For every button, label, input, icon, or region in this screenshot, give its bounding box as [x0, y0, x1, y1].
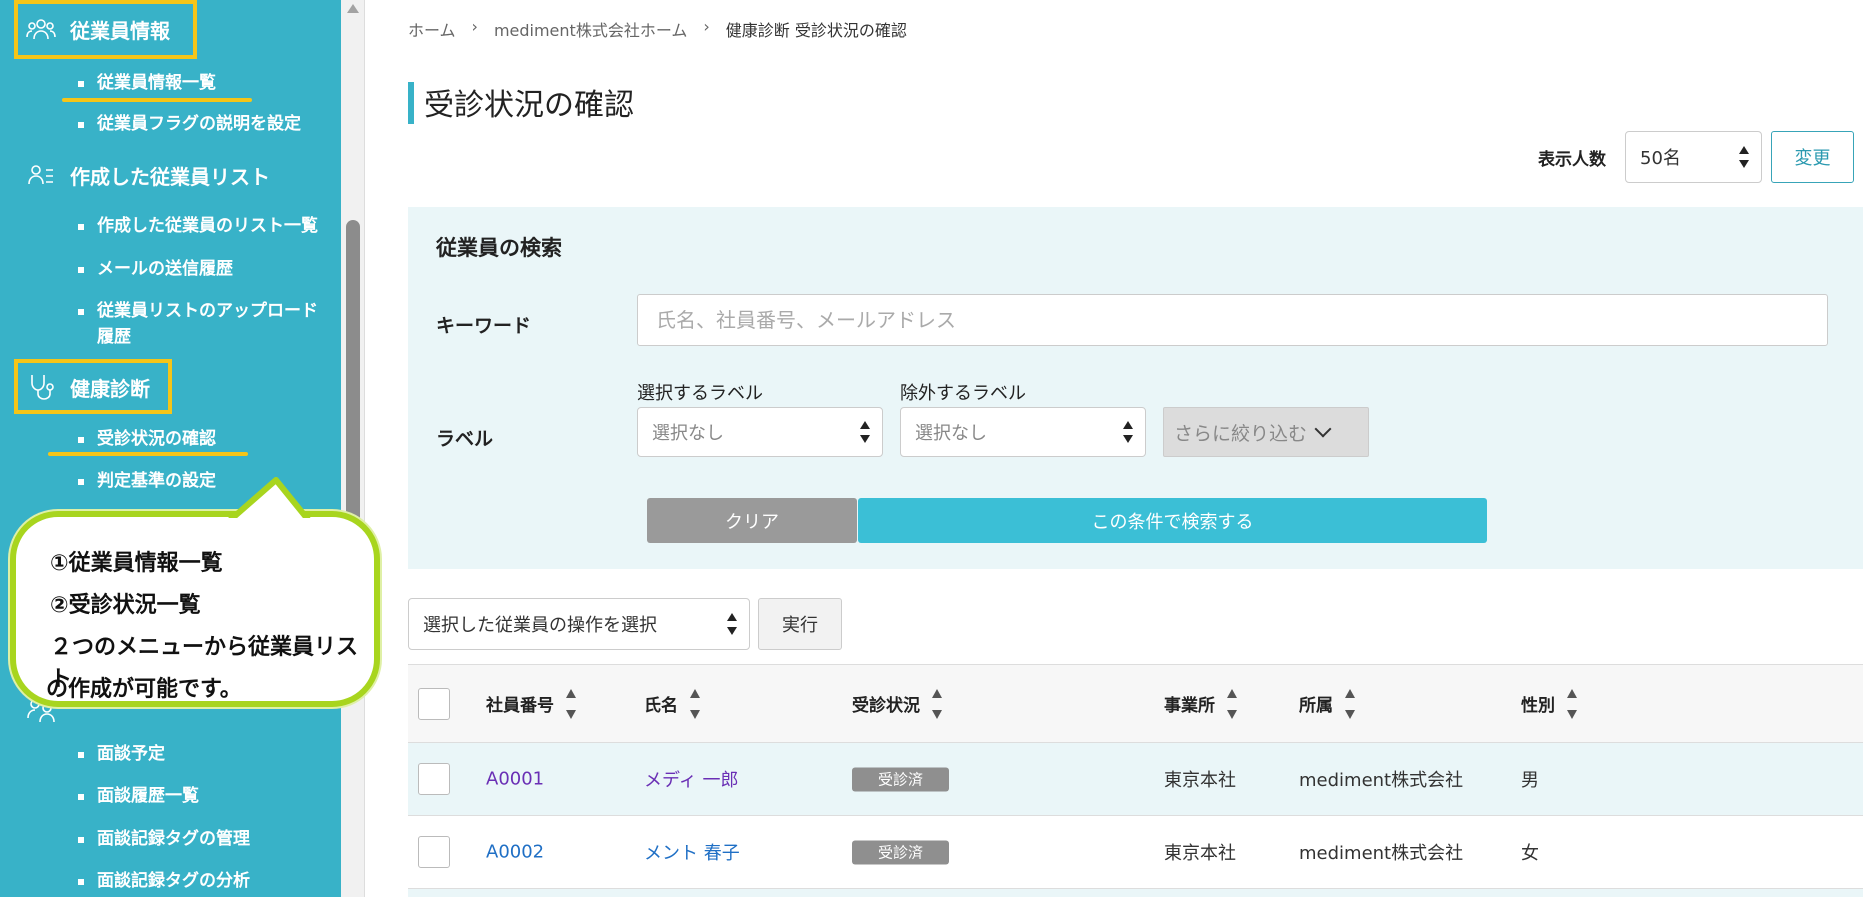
- bulk-action-select[interactable]: 選択した従業員の操作を選択: [408, 598, 750, 650]
- annotation-callout: ①従業員情報一覧 ②受診状況一覧 ２つのメニューから従業員リスト の作成が可能で…: [10, 511, 380, 707]
- sort-icon[interactable]: [1345, 687, 1355, 721]
- sort-icon[interactable]: [566, 687, 576, 721]
- employee-name-link[interactable]: メント 春子: [644, 839, 740, 865]
- change-button[interactable]: 変更: [1771, 131, 1854, 183]
- highlight-underline-checkup-status: [48, 452, 248, 456]
- breadcrumb-separator: ›: [471, 17, 478, 36]
- gender-cell: 男: [1521, 770, 1539, 791]
- status-badge: 受診済: [852, 767, 950, 792]
- sidebar-item-checkup-status[interactable]: 受診状況の確認: [78, 426, 216, 452]
- search-panel-title: 従業員の検索: [436, 236, 562, 260]
- chevron-down-icon: [1314, 420, 1332, 438]
- breadcrumb-separator: ›: [703, 17, 710, 36]
- sidebar-item-created-list-index[interactable]: 作成した従業員のリスト一覧: [78, 213, 318, 239]
- select-arrows-icon: [860, 421, 870, 443]
- department-cell: mediment株式会社: [1299, 843, 1464, 864]
- sidebar: 従業員情報 従業員情報一覧 従業員フラグの説明を設定 作成した従業員リスト 作成…: [0, 0, 341, 897]
- callout-line-4: の作成が可能です。: [46, 677, 242, 702]
- sidebar-item-upload-history[interactable]: 従業員リストのアップロード 履歴: [78, 298, 318, 350]
- more-filter-button[interactable]: さらに絞り込む: [1163, 407, 1369, 457]
- sidebar-item-employee-flag[interactable]: 従業員フラグの説明を設定: [78, 111, 301, 137]
- sidebar-scrollbar[interactable]: [341, 0, 365, 897]
- sidebar-item-interview-tag-analysis[interactable]: 面談記録タグの分析: [78, 868, 250, 894]
- employee-name-link[interactable]: メディ 一郎: [644, 766, 738, 792]
- header-name[interactable]: 氏名: [644, 687, 700, 721]
- select-arrows-icon: [727, 613, 737, 635]
- select-arrows-icon: [1739, 146, 1749, 168]
- display-count-label: 表示人数: [1538, 150, 1606, 170]
- header-status[interactable]: 受診状況: [852, 687, 942, 721]
- breadcrumb-current: 健康診断 受診状況の確認: [725, 21, 907, 40]
- employee-id-link[interactable]: A0002: [486, 842, 544, 863]
- row-checkbox[interactable]: [418, 763, 450, 795]
- employee-id-link[interactable]: A0001: [486, 769, 544, 790]
- sidebar-section-label: 従業員情報: [70, 18, 170, 43]
- sidebar-item-interview-plan[interactable]: 面談予定: [78, 741, 165, 767]
- table-row: [408, 889, 1863, 897]
- run-button[interactable]: 実行: [758, 598, 842, 650]
- callout-line-1: ①従業員情報一覧: [50, 551, 223, 576]
- office-cell: 東京本社: [1164, 843, 1236, 864]
- department-cell: mediment株式会社: [1299, 770, 1464, 791]
- scroll-up-arrow-icon[interactable]: [347, 4, 359, 13]
- breadcrumb-home[interactable]: ホーム: [408, 17, 456, 41]
- include-label-caption: 選択するラベル: [637, 383, 763, 404]
- table-header-row: 社員番号 氏名 受診状況 事業所 所属 性別: [408, 664, 1863, 743]
- breadcrumb-company-home[interactable]: mediment株式会社ホーム: [494, 17, 687, 41]
- sidebar-section-employee[interactable]: 従業員情報: [26, 14, 170, 44]
- header-employee-id[interactable]: 社員番号: [486, 687, 576, 721]
- sort-icon[interactable]: [690, 687, 700, 721]
- breadcrumb: ホーム › mediment株式会社ホーム › 健康診断 受診状況の確認: [408, 17, 907, 41]
- label-filter-label: ラベル: [436, 428, 494, 450]
- sort-icon[interactable]: [1227, 687, 1237, 721]
- person-list-icon: [28, 165, 53, 185]
- table-row: A0001 メディ 一郎 受診済 東京本社 mediment株式会社 男: [408, 743, 1863, 816]
- callout-tail: [224, 477, 314, 524]
- header-department[interactable]: 所属: [1299, 687, 1355, 721]
- sidebar-item-criteria-setting[interactable]: 判定基準の設定: [78, 468, 216, 494]
- search-submit-button[interactable]: この条件で検索する: [858, 498, 1487, 543]
- callout-line-2: ②受診状況一覧: [50, 593, 201, 618]
- sidebar-item-interview-tag-manage[interactable]: 面談記録タグの管理: [78, 826, 250, 852]
- stethoscope-icon: [31, 375, 54, 400]
- sidebar-item-interview-history[interactable]: 面談履歴一覧: [78, 783, 199, 809]
- keyword-label: キーワード: [436, 315, 532, 337]
- sidebar-section-created-list[interactable]: 作成した従業員リスト: [26, 160, 270, 190]
- sidebar-item-mail-history[interactable]: メールの送信履歴: [78, 256, 233, 282]
- title-accent-bar: [408, 82, 414, 124]
- sort-icon[interactable]: [1567, 687, 1577, 721]
- row-checkbox[interactable]: [418, 836, 450, 868]
- header-office[interactable]: 事業所: [1164, 687, 1237, 721]
- select-all-checkbox[interactable]: [418, 687, 450, 720]
- status-badge: 受診済: [852, 840, 950, 865]
- search-panel: 従業員の検索 キーワード ラベル 選択するラベル 選択なし 除外するラベル 選択…: [408, 207, 1863, 569]
- exclude-label-select[interactable]: 選択なし: [900, 407, 1146, 457]
- highlight-underline-employee-list: [62, 98, 252, 102]
- page-title: 受診状況の確認: [424, 88, 634, 123]
- sort-icon[interactable]: [932, 687, 942, 721]
- employee-table: 社員番号 氏名 受診状況 事業所 所属 性別 A0001 メディ 一郎 受診済 …: [408, 664, 1863, 897]
- select-arrows-icon: [1123, 421, 1133, 443]
- people-icon: [26, 19, 56, 40]
- include-label-select[interactable]: 選択なし: [637, 407, 883, 457]
- keyword-input[interactable]: [637, 294, 1828, 346]
- sidebar-item-employee-list[interactable]: 従業員情報一覧: [78, 70, 216, 96]
- sidebar-section-checkup[interactable]: 健康診断: [26, 372, 150, 402]
- display-count-select[interactable]: 50名: [1625, 131, 1762, 183]
- office-cell: 東京本社: [1164, 770, 1236, 791]
- table-row: A0002 メント 春子 受診済 東京本社 mediment株式会社 女: [408, 816, 1863, 889]
- gender-cell: 女: [1521, 843, 1539, 864]
- exclude-label-caption: 除外するラベル: [900, 383, 1026, 404]
- header-gender[interactable]: 性別: [1521, 687, 1577, 721]
- main-content: ホーム › mediment株式会社ホーム › 健康診断 受診状況の確認 受診状…: [366, 0, 1863, 897]
- clear-button[interactable]: クリア: [647, 498, 857, 543]
